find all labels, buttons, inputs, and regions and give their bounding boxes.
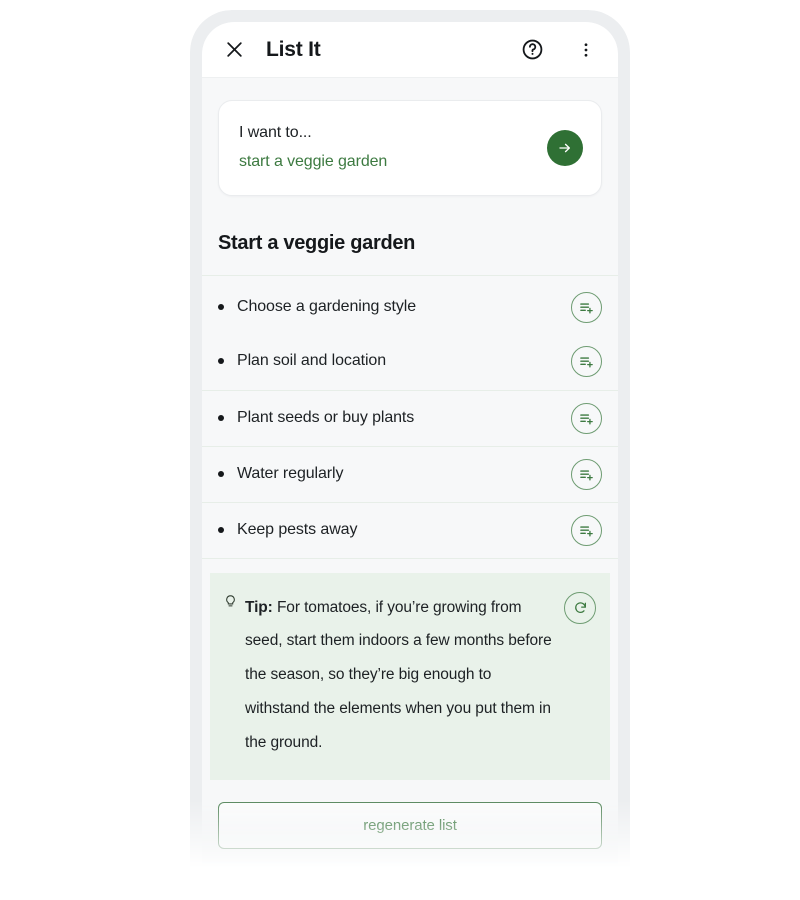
- list-item[interactable]: Keep pests away: [202, 503, 618, 559]
- playlist-add-icon[interactable]: [571, 458, 602, 490]
- list-item[interactable]: Water regularly: [202, 447, 618, 503]
- more-vertical-icon[interactable]: [572, 36, 600, 64]
- list-item-label: Keep pests away: [237, 521, 358, 539]
- result-title: Start a veggie garden: [202, 196, 618, 276]
- bullet-icon: [218, 527, 224, 534]
- list-item-label: Water regularly: [237, 465, 344, 483]
- list-item[interactable]: Choose a gardening style: [202, 282, 618, 333]
- phone-screen: List It I want to... start a veggie gard: [202, 22, 618, 870]
- lightbulb-icon: [224, 594, 237, 615]
- playlist-add-icon[interactable]: [571, 291, 602, 323]
- bullet-icon: [218, 415, 224, 422]
- list-item-label: Choose a gardening style: [237, 298, 417, 316]
- prompt-input-value[interactable]: start a veggie garden: [239, 149, 547, 175]
- playlist-add-icon[interactable]: [571, 345, 602, 377]
- tip-text: Tip: For tomatoes, if you’re growing fro…: [245, 591, 564, 760]
- result-list: Choose a gardening style Plan soil and l…: [202, 282, 618, 559]
- prompt-card-wrapper: I want to... start a veggie garden: [202, 78, 618, 196]
- help-circle-icon[interactable]: [518, 36, 546, 64]
- screenshot-stage: List It I want to... start a veggie gard: [0, 0, 800, 900]
- prompt-card[interactable]: I want to... start a veggie garden: [218, 100, 602, 196]
- bullet-icon: [218, 471, 224, 478]
- submit-prompt-button[interactable]: [547, 129, 583, 166]
- list-item-label: Plant seeds or buy plants: [237, 409, 415, 427]
- playlist-add-icon[interactable]: [571, 514, 602, 546]
- page-title: List It: [266, 37, 321, 61]
- list-item-label: Plan soil and location: [237, 352, 387, 370]
- close-icon[interactable]: [220, 36, 248, 64]
- playlist-add-icon[interactable]: [571, 402, 602, 434]
- app-bar: List It: [202, 22, 618, 78]
- prompt-texts: I want to... start a veggie garden: [239, 121, 547, 175]
- list-item[interactable]: Plan soil and location: [202, 333, 618, 391]
- prompt-label: I want to...: [239, 124, 312, 141]
- regenerate-list-button[interactable]: regenerate list: [218, 801, 602, 849]
- tip-prefix: Tip:: [245, 598, 277, 616]
- refresh-icon[interactable]: [564, 591, 596, 624]
- bullet-icon: [218, 304, 224, 311]
- list-item[interactable]: Plant seeds or buy plants: [202, 391, 618, 447]
- arrow-right-icon: [559, 143, 570, 153]
- tip-body: For tomatoes, if you’re growing from see…: [245, 598, 552, 751]
- regenerate-wrapper: regenerate list: [202, 780, 618, 849]
- bullet-icon: [218, 358, 224, 365]
- tip-box: Tip: For tomatoes, if you’re growing fro…: [210, 572, 610, 780]
